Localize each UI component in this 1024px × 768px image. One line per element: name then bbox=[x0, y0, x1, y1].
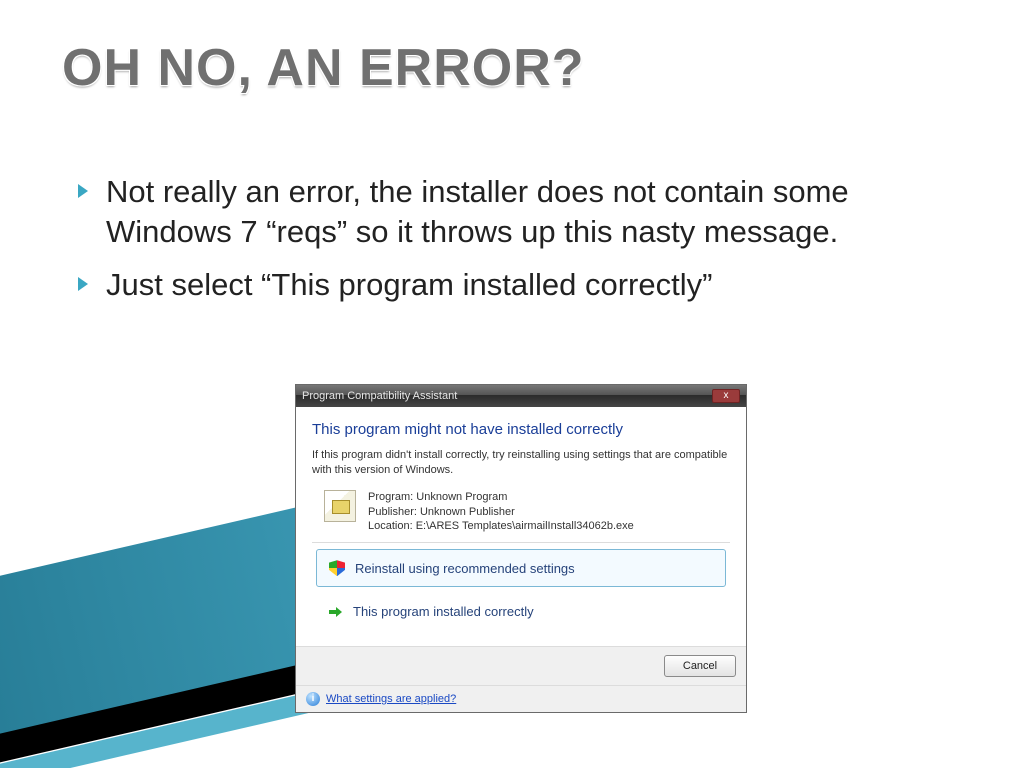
dialog-message: If this program didn't install correctly… bbox=[312, 448, 730, 478]
help-link[interactable]: What settings are applied? bbox=[326, 693, 456, 705]
close-button[interactable]: x bbox=[712, 389, 740, 403]
arrow-right-icon bbox=[329, 605, 343, 619]
reinstall-recommended-option[interactable]: Reinstall using recommended settings bbox=[316, 549, 726, 587]
bullet-text: Just select “This program installed corr… bbox=[106, 267, 712, 302]
dialog-heading: This program might not have installed co… bbox=[312, 421, 730, 438]
info-icon: i bbox=[306, 692, 320, 706]
cancel-button[interactable]: Cancel bbox=[664, 655, 736, 677]
bullet-text: Not really an error, the installer does … bbox=[106, 174, 849, 249]
dialog-window-title: Program Compatibility Assistant bbox=[302, 390, 457, 402]
command-list: Reinstall using recommended settings Thi… bbox=[312, 542, 730, 630]
program-text: Program: Unknown Program Publisher: Unkn… bbox=[368, 490, 634, 535]
compatibility-dialog: Program Compatibility Assistant x This p… bbox=[296, 385, 746, 712]
program-name: Program: Unknown Program bbox=[368, 490, 634, 505]
dialog-footer: i What settings are applied? bbox=[296, 685, 746, 712]
dialog-titlebar[interactable]: Program Compatibility Assistant x bbox=[296, 385, 746, 407]
close-icon: x bbox=[724, 390, 729, 401]
dialog-body: This program might not have installed co… bbox=[296, 407, 746, 646]
program-file-icon bbox=[324, 490, 356, 522]
program-publisher: Publisher: Unknown Publisher bbox=[368, 505, 634, 520]
dialog-button-row: Cancel bbox=[296, 646, 746, 685]
installed-correctly-option[interactable]: This program installed correctly bbox=[316, 593, 726, 630]
uac-shield-icon bbox=[329, 560, 345, 576]
program-location: Location: E:\ARES Templates\airmailInsta… bbox=[368, 519, 634, 534]
bullet-list: Not really an error, the installer does … bbox=[78, 172, 954, 319]
slide-title: OH NO, AN ERROR? bbox=[62, 38, 585, 98]
bullet-item: Just select “This program installed corr… bbox=[78, 265, 954, 305]
bullet-triangle-icon bbox=[78, 277, 88, 291]
option-label: This program installed correctly bbox=[353, 604, 534, 619]
option-label: Reinstall using recommended settings bbox=[355, 561, 575, 576]
slide: OH NO, AN ERROR? Not really an error, th… bbox=[0, 0, 1024, 768]
bullet-triangle-icon bbox=[78, 184, 88, 198]
program-info: Program: Unknown Program Publisher: Unkn… bbox=[312, 490, 730, 535]
bullet-item: Not really an error, the installer does … bbox=[78, 172, 954, 251]
